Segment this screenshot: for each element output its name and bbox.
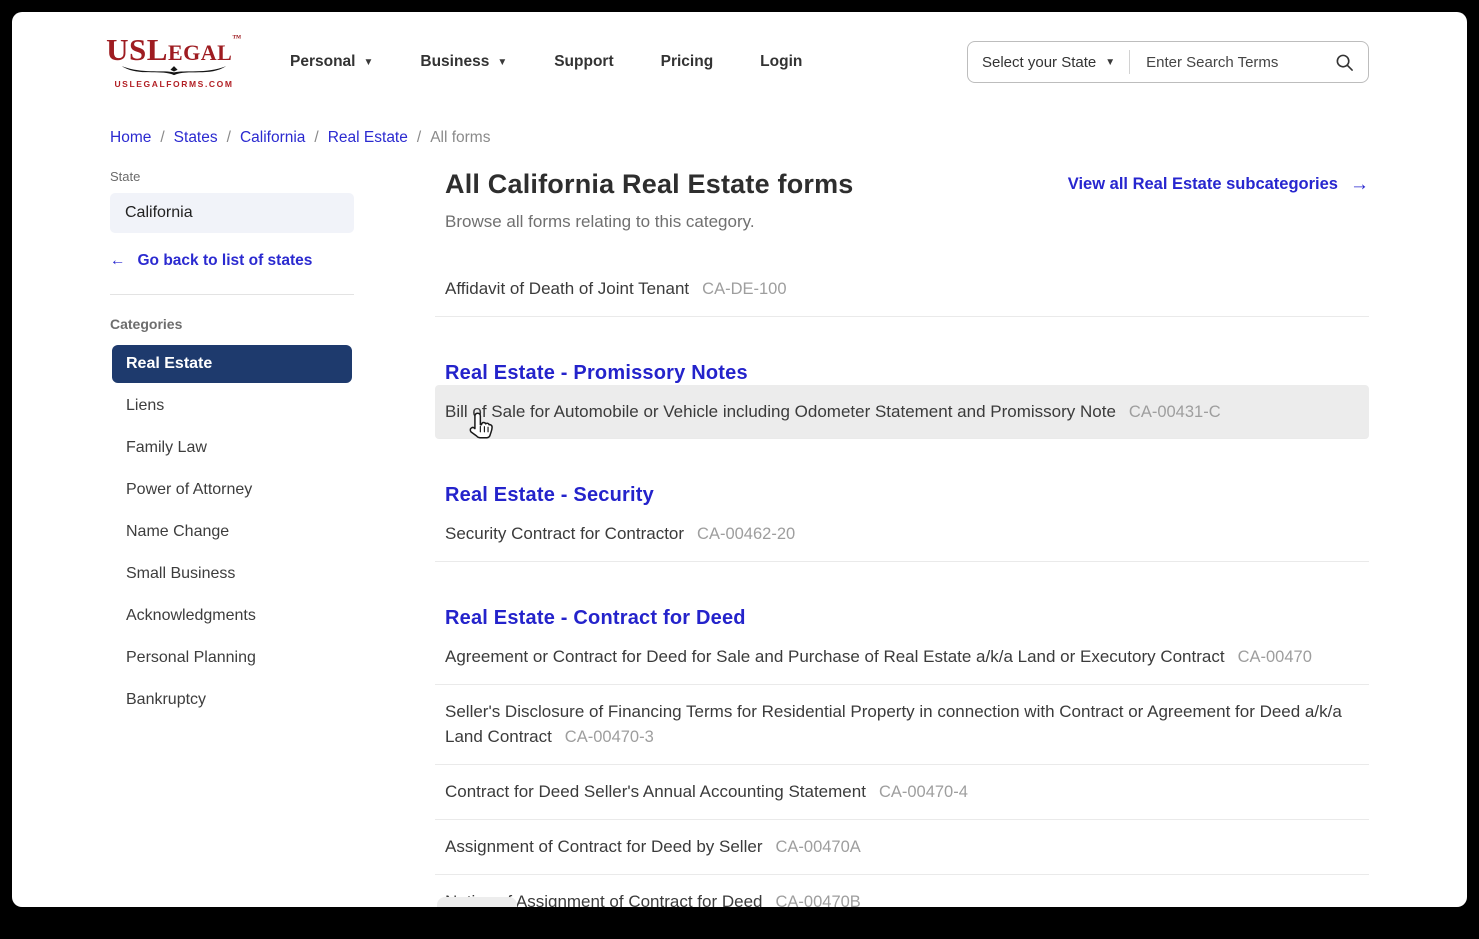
search-input[interactable]	[1144, 53, 1327, 72]
sidebar-item-personal-planning[interactable]: Personal Planning	[110, 637, 354, 679]
state-value-box[interactable]: California	[110, 193, 354, 233]
view-all-label: View all Real Estate subcategories	[1068, 175, 1338, 194]
arrow-right-icon: →	[1350, 174, 1369, 196]
sidebar-item-acknowledgments[interactable]: Acknowledgments	[110, 595, 354, 637]
search-icon[interactable]	[1335, 53, 1354, 72]
section-title-security: Real Estate - Security	[445, 484, 1369, 507]
chevron-down-icon: ▼	[1105, 57, 1115, 68]
forms-main: All California Real Estate forms View al…	[435, 169, 1369, 907]
form-row[interactable]: Affidavit of Death of Joint Tenant CA-DE-…	[435, 262, 1369, 317]
form-row[interactable]: Agreement or Contract for Deed for Sale …	[435, 630, 1369, 685]
breadcrumb-real-estate[interactable]: Real Estate	[328, 129, 408, 147]
form-code: CA-00470B	[776, 893, 861, 907]
form-code: CA-00470-3	[565, 728, 654, 746]
sidebar-item-small-business[interactable]: Small Business	[110, 553, 354, 595]
form-code: CA-00462-20	[697, 525, 795, 543]
uslegal-logo[interactable]: USLegal™ USLEGALFORMS.COM	[110, 36, 238, 89]
form-name: Affidavit of Death of Joint Tenant	[445, 279, 689, 298]
breadcrumb-home[interactable]: Home	[110, 129, 151, 147]
nav-login[interactable]: Login	[760, 53, 802, 71]
form-row[interactable]: Security Contract for Contractor CA-00462…	[435, 507, 1369, 562]
logo-wordmark: USLegal™	[106, 36, 242, 64]
breadcrumb-states[interactable]: States	[174, 129, 218, 147]
form-name: Bill of Sale for Automobile or Vehicle i…	[445, 402, 1116, 421]
eagle-icon	[120, 65, 228, 78]
sidebar-item-bankruptcy[interactable]: Bankruptcy	[110, 679, 354, 721]
form-name: Agreement or Contract for Deed for Sale …	[445, 647, 1225, 666]
sidebar: State California ← Go back to list of st…	[110, 169, 354, 721]
search-bar: Select your State▼	[967, 41, 1369, 83]
form-row[interactable]: Contract for Deed Seller's Annual Accoun…	[435, 765, 1369, 820]
view-all-subcategories-link[interactable]: View all Real Estate subcategories →	[1068, 174, 1369, 196]
logo-domain-text: USLEGALFORMS.COM	[114, 79, 233, 89]
form-row[interactable]: Notice of Assignment of Contract for Dee…	[435, 875, 1369, 907]
categories-list: Real Estate Liens Family Law Power of At…	[110, 345, 354, 721]
sidebar-item-liens[interactable]: Liens	[110, 385, 354, 427]
main-header-row: All California Real Estate forms View al…	[435, 169, 1369, 200]
forms-list: Affidavit of Death of Joint Tenant CA-DE-…	[435, 262, 1369, 317]
site-header: USLegal™ USLEGALFORMS.COM Personal▼ Busi…	[12, 12, 1467, 89]
form-code: CA-00470-4	[879, 783, 968, 801]
breadcrumb-separator: /	[417, 129, 421, 147]
nav-support[interactable]: Support	[554, 53, 613, 71]
sidebar-item-name-change[interactable]: Name Change	[110, 511, 354, 553]
form-code: CA-DE-100	[702, 280, 786, 298]
back-link-label: Go back to list of states	[138, 252, 313, 270]
form-code: CA-00470A	[775, 838, 860, 856]
arrow-left-icon: ←	[110, 252, 126, 270]
chevron-down-icon: ▼	[497, 57, 507, 68]
form-row[interactable]: Seller's Disclosure of Financing Terms f…	[435, 685, 1369, 765]
breadcrumb-separator: /	[227, 129, 231, 147]
categories-label: Categories	[110, 316, 354, 332]
breadcrumb-separator: /	[160, 129, 164, 147]
page-subtitle: Browse all forms relating to this catego…	[445, 212, 1369, 232]
page-title: All California Real Estate forms	[445, 169, 854, 200]
partial-next-row	[437, 897, 517, 907]
form-name: Assignment of Contract for Deed by Selle…	[445, 837, 762, 856]
section-title-promissory-notes: Real Estate - Promissory Notes	[445, 362, 1369, 385]
sidebar-divider	[110, 294, 354, 295]
nav-pricing[interactable]: Pricing	[661, 53, 714, 71]
search-divider	[1129, 50, 1130, 74]
state-select-dropdown[interactable]: Select your State▼	[982, 54, 1115, 71]
form-code: CA-00431-C	[1129, 403, 1221, 421]
sidebar-item-family-law[interactable]: Family Law	[110, 427, 354, 469]
sidebar-item-power-of-attorney[interactable]: Power of Attorney	[110, 469, 354, 511]
nav-personal[interactable]: Personal▼	[290, 53, 373, 71]
sidebar-item-real-estate[interactable]: Real Estate	[112, 345, 352, 383]
chevron-down-icon: ▼	[363, 57, 373, 68]
uslegalforms-page: USLegal™ USLEGALFORMS.COM Personal▼ Busi…	[12, 12, 1467, 907]
breadcrumb-current: All forms	[430, 129, 490, 147]
form-name: Security Contract for Contractor	[445, 524, 684, 543]
form-name: Contract for Deed Seller's Annual Accoun…	[445, 782, 866, 801]
state-label: State	[110, 169, 354, 184]
breadcrumb-separator: /	[314, 129, 318, 147]
breadcrumb-california[interactable]: California	[240, 129, 305, 147]
breadcrumb: Home / States / California / Real Estate…	[12, 129, 1467, 147]
section-title-contract-for-deed: Real Estate - Contract for Deed	[445, 607, 1369, 630]
form-row-hovered[interactable]: Bill of Sale for Automobile or Vehicle i…	[435, 385, 1369, 440]
form-code: CA-00470	[1238, 648, 1312, 666]
back-to-states-link[interactable]: ← Go back to list of states	[110, 252, 354, 270]
trademark-symbol: ™	[232, 33, 242, 43]
main-nav: Personal▼ Business▼ Support Pricing Logi…	[290, 53, 802, 71]
content-area: State California ← Go back to list of st…	[12, 147, 1467, 907]
nav-business[interactable]: Business▼	[420, 53, 507, 71]
form-row[interactable]: Assignment of Contract for Deed by Selle…	[435, 820, 1369, 875]
